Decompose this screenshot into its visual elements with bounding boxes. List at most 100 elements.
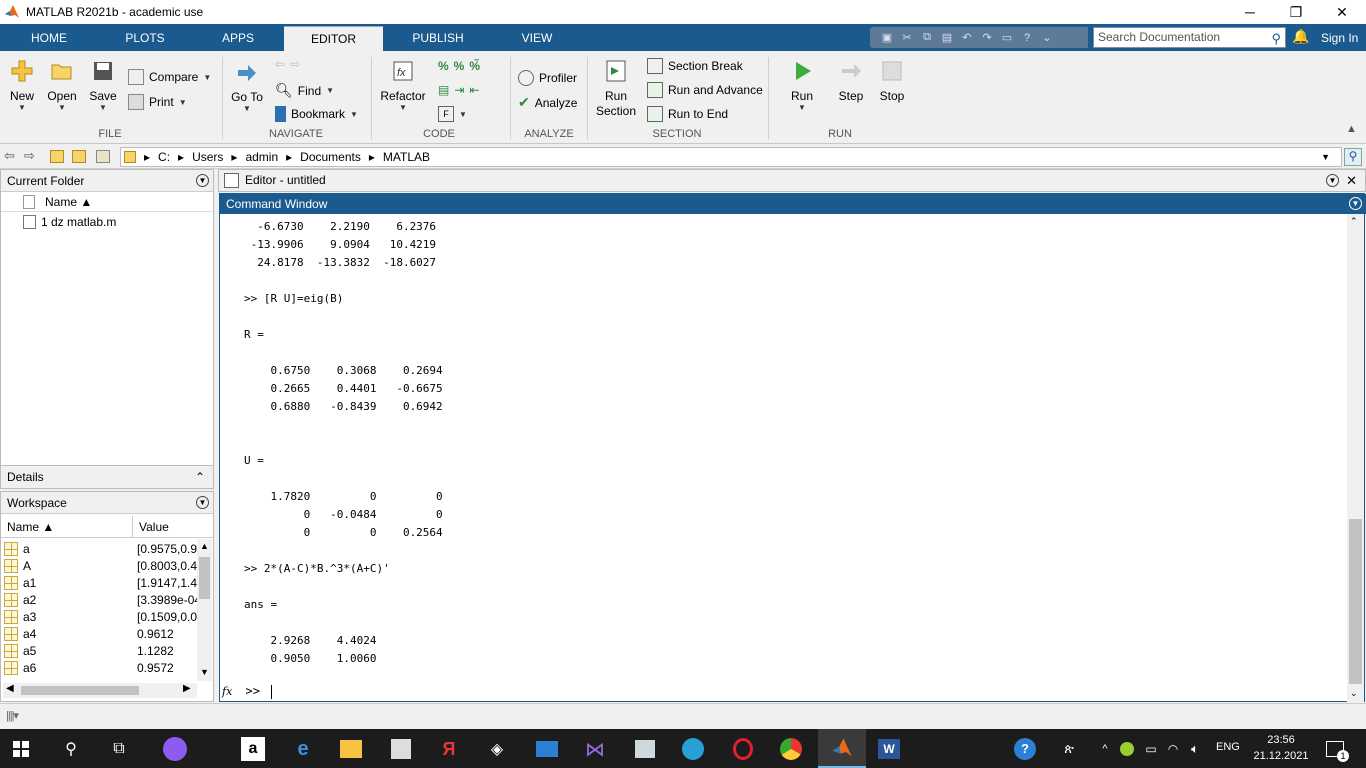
scroll-thumb[interactable] bbox=[1349, 519, 1362, 684]
forward-arrow-icon[interactable]: ⇨ bbox=[290, 57, 300, 71]
tab-view[interactable]: VIEW bbox=[490, 24, 584, 51]
volume-icon[interactable]: 🔈︎ bbox=[1182, 736, 1208, 762]
uncomment-icon[interactable]: % bbox=[454, 59, 465, 73]
tab-editor[interactable]: EDITOR bbox=[284, 26, 383, 51]
command-window-scrollbar[interactable]: ⌃ ⌄ bbox=[1347, 214, 1364, 702]
run-section-button[interactable]: Run Section bbox=[594, 59, 638, 119]
bell-icon[interactable]: 🔔 bbox=[1292, 28, 1309, 45]
panel-menu-icon[interactable]: ▼ bbox=[196, 174, 209, 187]
chrome-icon[interactable] bbox=[778, 736, 804, 762]
amazon-icon[interactable]: a bbox=[240, 736, 266, 762]
store-icon[interactable] bbox=[388, 736, 414, 762]
notification-center-icon[interactable]: 1 bbox=[1322, 736, 1349, 762]
path-segment[interactable]: Documents bbox=[300, 150, 361, 164]
search-icon[interactable]: ⚲ bbox=[1271, 29, 1281, 48]
path-segment[interactable]: C: bbox=[158, 150, 170, 164]
goto-button[interactable]: Go To ▼ bbox=[228, 61, 266, 113]
bookmark-button[interactable]: Bookmark ▼ bbox=[275, 106, 358, 122]
folder-path[interactable]: ▸ C: ▸ Users ▸ admin ▸ Documents ▸ MATLA… bbox=[120, 147, 1342, 167]
back-nav-icon[interactable]: ⇦ bbox=[4, 148, 15, 164]
yandex-icon[interactable]: Я bbox=[436, 736, 462, 762]
chevron-up-icon[interactable]: ⌃ bbox=[195, 466, 205, 488]
step-button[interactable]: Step bbox=[834, 59, 868, 103]
path-segment[interactable]: admin bbox=[245, 150, 278, 164]
opera-icon[interactable] bbox=[730, 736, 756, 762]
chevron-down-icon[interactable]: ⌄ bbox=[1038, 30, 1056, 46]
table-row[interactable]: a1 [1.9147,1.45 bbox=[1, 575, 197, 592]
name-column-header[interactable]: Name ▲ bbox=[45, 195, 92, 209]
editor-bar[interactable]: Editor - untitled ▼ ✕ bbox=[218, 169, 1366, 192]
help-icon[interactable]: ? bbox=[1018, 30, 1036, 46]
panel-menu-icon[interactable]: ▼ bbox=[1349, 197, 1362, 210]
tab-home[interactable]: HOME bbox=[0, 24, 98, 51]
redo-icon[interactable]: ↷ bbox=[978, 30, 996, 46]
windows-start-icon[interactable] bbox=[8, 736, 34, 762]
sign-in-link[interactable]: Sign In bbox=[1321, 24, 1358, 51]
restore-button[interactable]: ❐ bbox=[1273, 0, 1319, 24]
cortana-icon[interactable] bbox=[162, 736, 188, 762]
collapse-ribbon-icon[interactable]: ▲ bbox=[1346, 123, 1357, 135]
tab-publish[interactable]: PUBLISH bbox=[390, 24, 486, 51]
scroll-right-icon[interactable]: ▶ bbox=[183, 683, 191, 694]
run-to-end-button[interactable]: Run to End bbox=[647, 106, 728, 122]
command-window[interactable]: Command Window ▼ -6.6730 2.2190 6.2376 -1… bbox=[219, 193, 1366, 702]
up-folder-icon[interactable] bbox=[50, 150, 64, 163]
matlab-taskbar-button[interactable] bbox=[818, 729, 866, 768]
stop-button[interactable]: Stop bbox=[875, 59, 909, 103]
smart-indent-icon[interactable]: ▤ bbox=[438, 83, 449, 97]
back-forward-arrows[interactable]: ⇦ ⇨ bbox=[275, 57, 300, 71]
back-arrow-icon[interactable]: ⇦ bbox=[275, 57, 285, 71]
compare-button[interactable]: Compare ▼ bbox=[128, 69, 211, 85]
panel-menu-icon[interactable]: ▼ bbox=[1326, 174, 1339, 187]
scroll-up-icon[interactable]: ⌃ bbox=[1350, 216, 1358, 227]
scroll-thumb[interactable] bbox=[199, 557, 210, 599]
insert-function-button[interactable]: F ▼ bbox=[438, 106, 467, 122]
tab-apps[interactable]: APPS bbox=[192, 24, 284, 51]
workspace-vscroll[interactable]: ▲ ▼ bbox=[197, 539, 212, 681]
comment-icon[interactable]: % bbox=[438, 59, 449, 73]
print-button[interactable]: Print ▼ bbox=[128, 94, 187, 110]
word-icon[interactable]: W bbox=[876, 736, 902, 762]
save-icon[interactable]: ▣ bbox=[878, 30, 896, 46]
table-row[interactable]: a3 [0.1509,0.07 bbox=[1, 609, 197, 626]
scroll-down-icon[interactable]: ⌄ bbox=[1350, 688, 1358, 699]
scroll-up-icon[interactable]: ▲ bbox=[200, 541, 209, 551]
paste-icon[interactable]: ▤ bbox=[938, 30, 956, 46]
analyze-button[interactable]: ✔ Analyze bbox=[518, 94, 577, 111]
minimize-button[interactable]: ─ bbox=[1227, 0, 1273, 24]
refactor-button[interactable]: fx Refactor ▼ bbox=[378, 59, 428, 112]
table-row[interactable]: a4 0.9612 bbox=[1, 626, 197, 643]
switch-windows-icon[interactable]: ▭ bbox=[998, 30, 1016, 46]
table-row[interactable]: a6 0.9572 bbox=[1, 660, 197, 677]
run-button[interactable]: Run ▼ bbox=[784, 59, 820, 112]
table-row[interactable]: A [0.8003,0.42 bbox=[1, 558, 197, 575]
wrap-comment-icon[interactable]: %̃ bbox=[469, 59, 480, 73]
indent-buttons[interactable]: ▤ ⇥ ⇤ bbox=[438, 83, 479, 97]
tray-app-icon[interactable] bbox=[1114, 736, 1140, 762]
command-prompt[interactable]: fx >> bbox=[222, 684, 273, 699]
mail-icon[interactable] bbox=[534, 736, 560, 762]
path-dropdown-icon[interactable]: ▼ bbox=[1321, 152, 1330, 162]
path-segment[interactable]: Users bbox=[192, 150, 223, 164]
path-segment[interactable]: MATLAB bbox=[383, 150, 430, 164]
profiler-button[interactable]: Profiler bbox=[518, 70, 577, 86]
fx-function-icon[interactable]: fx bbox=[222, 685, 232, 698]
people-icon[interactable]: ጵ bbox=[1056, 736, 1082, 762]
section-break-button[interactable]: Section Break bbox=[647, 58, 743, 74]
browse-folder-icon[interactable] bbox=[72, 150, 86, 163]
clock[interactable]: 23:56 21.12.2021 bbox=[1252, 732, 1310, 764]
file-row[interactable]: 1 dz matlab.m bbox=[1, 213, 213, 231]
folder-search-icon[interactable]: ⚲ bbox=[1344, 148, 1362, 166]
table-row[interactable]: a [0.9575,0.96 bbox=[1, 541, 197, 558]
visual-studio-icon[interactable]: ⋈ bbox=[582, 736, 608, 762]
details-panel[interactable]: Details ⌃ bbox=[0, 465, 214, 489]
panel-menu-icon[interactable]: ▼ bbox=[196, 496, 209, 509]
copy-icon[interactable]: ⧉ bbox=[918, 30, 936, 46]
ws-value-header[interactable]: Value bbox=[139, 520, 169, 534]
run-advance-button[interactable]: Run and Advance bbox=[647, 82, 763, 98]
dropbox-icon[interactable]: ◈ bbox=[484, 736, 510, 762]
workspace-hscroll[interactable]: ◀ ▶ bbox=[3, 683, 197, 698]
comment-buttons[interactable]: %% %̃ bbox=[438, 59, 480, 73]
taskbar-search-icon[interactable]: ⚲ bbox=[58, 736, 84, 762]
table-row[interactable]: a5 1.1282 bbox=[1, 643, 197, 660]
